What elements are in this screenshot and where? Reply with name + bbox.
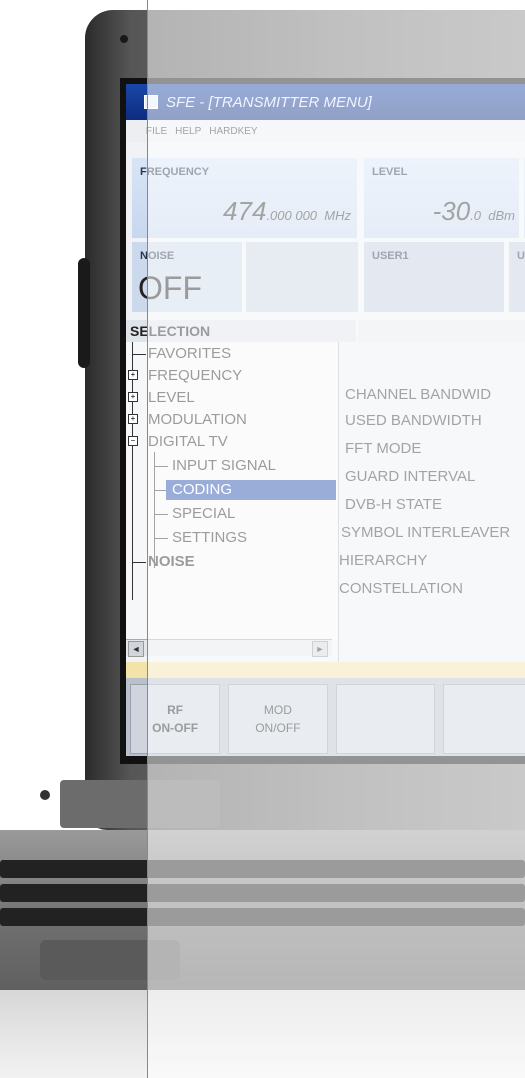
tree-item-noise[interactable]: NOISE bbox=[148, 552, 195, 572]
params-header bbox=[358, 320, 525, 342]
parameter-list: CHANNEL BANDWID USED BANDWIDTH FFT MODE … bbox=[338, 342, 525, 662]
user2-panel[interactable]: US bbox=[509, 242, 525, 312]
tree-line bbox=[132, 354, 146, 355]
tree-item-favorites[interactable]: FAVORITES bbox=[148, 344, 231, 364]
rf-onoff-button[interactable]: RF ON-OFF bbox=[130, 684, 221, 754]
collapse-icon[interactable]: − bbox=[128, 436, 138, 446]
menu-hardkey[interactable]: HARDKEY bbox=[209, 126, 257, 137]
frequency-label: FREQUENCY bbox=[140, 166, 210, 178]
level-decimals: .0 bbox=[470, 208, 482, 223]
frequency-unit: MHz bbox=[324, 208, 351, 223]
key-row bbox=[0, 860, 525, 878]
rf-label: RF bbox=[167, 703, 184, 717]
param-symbol-interleaver[interactable]: SYMBOL INTERLEAVER bbox=[341, 524, 510, 541]
menu-file[interactable]: FILE bbox=[146, 126, 167, 137]
laptop-screen: SFE - [TRANSMITTER MENU] FILE HELP HARDK… bbox=[120, 78, 525, 764]
tree-line bbox=[154, 466, 168, 467]
tree-line bbox=[154, 538, 168, 539]
scroll-right-icon[interactable]: ► bbox=[312, 641, 328, 657]
level-value: -30.0 dBm bbox=[433, 196, 515, 227]
menu-bar: FILE HELP HARDKEY bbox=[126, 120, 525, 142]
softkey-3[interactable] bbox=[335, 684, 435, 754]
expand-icon[interactable]: + bbox=[128, 370, 138, 380]
bezel-screw bbox=[120, 35, 128, 43]
tree-item-coding[interactable]: CODING bbox=[166, 480, 336, 500]
scroll-left-icon[interactable]: ◄ bbox=[128, 641, 144, 657]
frequency-main: 474 bbox=[223, 196, 267, 226]
param-guard-interval[interactable]: GUARD INTERVAL bbox=[345, 468, 475, 485]
softkey-bar: RF ON-OFF MOD ON/OFF bbox=[126, 678, 525, 756]
user2-label: US bbox=[517, 250, 525, 262]
photo-scene: SFE - [TRANSMITTER MENU] FILE HELP HARDK… bbox=[0, 0, 525, 1078]
laptop-latch bbox=[78, 258, 90, 368]
tree-item-input-signal[interactable]: INPUT SIGNAL bbox=[172, 456, 276, 476]
mod-label: MOD bbox=[263, 703, 292, 717]
expand-icon[interactable]: + bbox=[128, 414, 138, 424]
tree-item-modulation[interactable]: MODULATION bbox=[148, 410, 247, 430]
tree-line bbox=[154, 514, 168, 515]
laptop-keyboard bbox=[0, 830, 525, 1078]
blank-panel bbox=[246, 242, 358, 312]
horizontal-scrollbar[interactable]: ◄ ► bbox=[126, 639, 332, 657]
tree-item-digital-tv[interactable]: DIGITAL TV bbox=[148, 432, 228, 452]
mod-onoff-button[interactable]: MOD ON/OFF bbox=[228, 684, 328, 754]
user1-label: USER1 bbox=[372, 250, 409, 262]
noise-label: NOISE bbox=[140, 250, 175, 262]
frequency-panel[interactable]: FREQUENCY 474.000 000 MHz bbox=[132, 158, 357, 238]
key-row bbox=[0, 884, 525, 902]
tree-line bbox=[132, 562, 146, 563]
selection-tree: FAVORITES + FREQUENCY + LEVEL + MODULATI… bbox=[126, 342, 356, 642]
window-title: SFE - [TRANSMITTER MENU] bbox=[166, 93, 372, 111]
bezel-screw bbox=[40, 790, 50, 800]
laptop-hinge bbox=[60, 780, 220, 828]
frequency-decimals: .000 000 bbox=[266, 208, 318, 223]
tree-item-level[interactable]: LEVEL bbox=[148, 388, 195, 408]
selection-header: SELECTION bbox=[126, 320, 356, 342]
level-unit: dBm bbox=[488, 208, 515, 223]
param-channel-bandwidth[interactable]: CHANNEL BANDWID bbox=[345, 386, 491, 403]
tree-item-special[interactable]: SPECIAL bbox=[172, 504, 235, 524]
window-titlebar: SFE - [TRANSMITTER MENU] bbox=[126, 84, 525, 120]
param-hierarchy[interactable]: HIERARCHY bbox=[339, 552, 427, 569]
touchpad bbox=[40, 940, 180, 980]
level-label: LEVEL bbox=[372, 166, 408, 178]
level-main: -30 bbox=[432, 196, 471, 226]
mod-onoff-label: ON/OFF bbox=[255, 721, 301, 735]
key-row bbox=[0, 908, 525, 926]
tree-line bbox=[154, 452, 155, 568]
level-panel[interactable]: LEVEL -30.0 dBm bbox=[364, 158, 519, 238]
param-fft-mode[interactable]: FFT MODE bbox=[345, 440, 421, 457]
expand-icon[interactable]: + bbox=[128, 392, 138, 402]
param-dvb-h-state[interactable]: DVB-H STATE bbox=[345, 496, 442, 513]
param-constellation[interactable]: CONSTELLATION bbox=[339, 580, 463, 597]
status-bar bbox=[126, 662, 525, 678]
frequency-value: 474.000 000 MHz bbox=[223, 196, 351, 227]
divider-line bbox=[147, 0, 148, 1078]
noise-panel[interactable]: NOISE OFF bbox=[132, 242, 242, 312]
user1-panel[interactable]: USER1 bbox=[364, 242, 504, 312]
tree-item-frequency[interactable]: FREQUENCY bbox=[148, 366, 242, 386]
softkey-4[interactable] bbox=[442, 684, 525, 754]
param-used-bandwidth[interactable]: USED BANDWIDTH bbox=[345, 412, 482, 429]
palm-rest bbox=[0, 990, 525, 1078]
menu-help[interactable]: HELP bbox=[175, 126, 201, 137]
rf-onoff-label: ON-OFF bbox=[152, 721, 199, 735]
tree-item-settings[interactable]: SETTINGS bbox=[172, 528, 247, 548]
